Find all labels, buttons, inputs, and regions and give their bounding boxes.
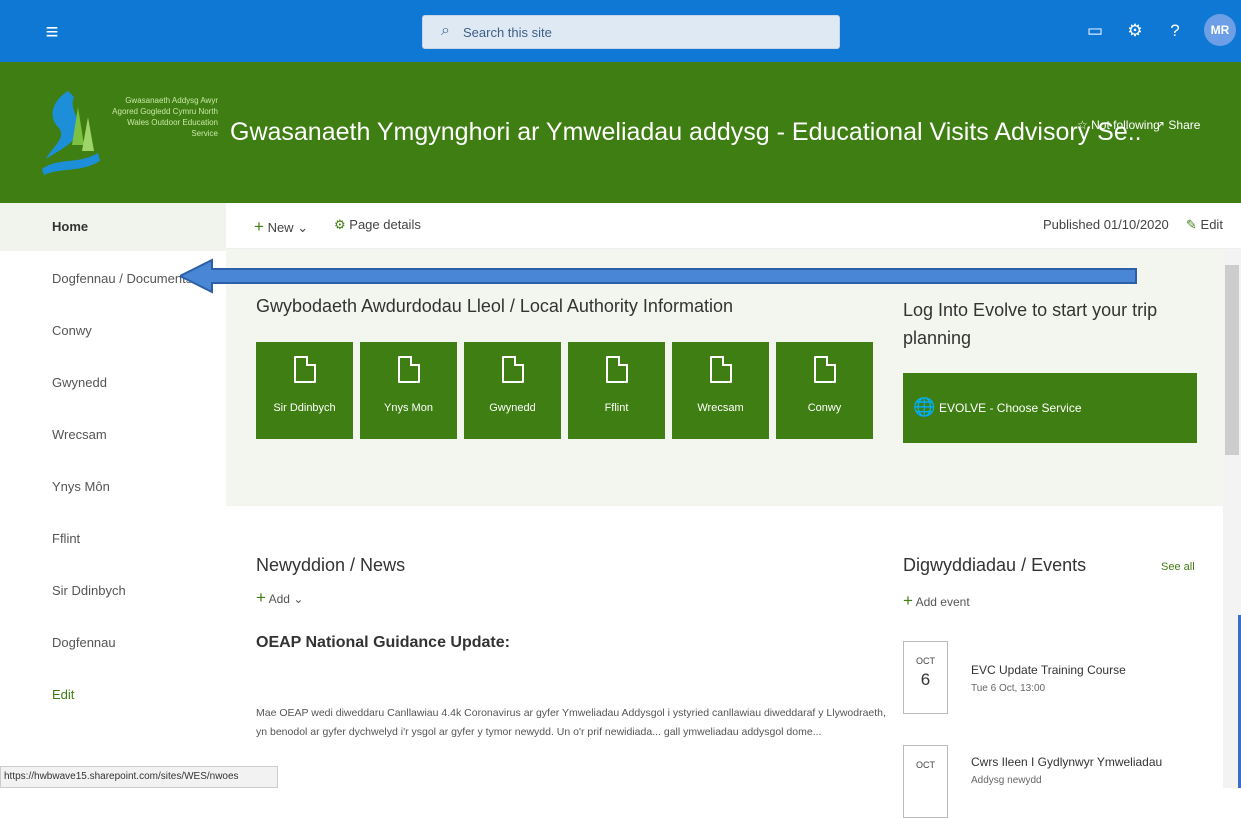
tile-wrecsam[interactable]: Wrecsam [672,342,769,439]
site-title[interactable]: Gwasanaeth Ymgynghori ar Ymweliadau addy… [230,118,1142,147]
suite-bar: ≡ ⌕ Search this site ▭ ⚙ ? MR [0,0,1241,62]
settings-icon[interactable]: ⚙ [1122,16,1148,46]
add-news-label: Add [268,592,290,606]
events-heading: Digwyddiadau / Events [903,555,1087,575]
new-button[interactable]: + New ⌄ [254,217,308,237]
nav-item-ynys-mon[interactable]: Ynys Môn [0,463,226,511]
tile-label: Wrecsam [697,402,744,414]
share-label: Share [1168,118,1201,132]
gear-icon: ⚙ [334,217,346,232]
logo-graphic [42,91,100,175]
edit-page-label: Edit [1200,217,1223,232]
nav-item-sir-ddinbych[interactable]: Sir Ddinbych [0,567,226,615]
nav-item-wrecsam[interactable]: Wrecsam [0,411,226,459]
file-icon [606,356,628,383]
add-event-label: Add event [915,595,970,609]
search-box[interactable]: ⌕ Search this site [422,15,840,49]
event-title: EVC Update Training Course [971,663,1126,677]
event-time: Tue 6 Oct, 13:00 [971,683,1046,694]
chevron-down-icon: ⌄ [297,220,309,235]
file-icon [502,356,524,383]
event-month: OCT [916,760,935,770]
logo-text: Gwasanaeth Addysg Awyr Agored Gogledd Cy… [112,96,218,138]
tile-gwynedd[interactable]: Gwynedd [464,342,561,439]
nav-edit-link[interactable]: Edit [0,671,226,719]
nav-item-fflint[interactable]: Fflint [0,515,226,563]
tile-label: Gwynedd [489,402,536,414]
tile-sir-ddinbych[interactable]: Sir Ddinbych [256,342,353,439]
help-icon[interactable]: ? [1162,16,1188,46]
tile-label: Fflint [604,402,629,414]
tile-label: Sir Ddinbych [273,402,336,414]
event-date: OCT 6 [903,641,948,714]
tile-label: Ynys Mon [384,402,433,414]
main-content: Gwybodaeth Awdurdodau Lleol / Local Auth… [226,249,1223,818]
follow-button[interactable]: ☆ Not following [1077,118,1160,132]
scrollbar-thumb[interactable] [1225,265,1239,455]
news-article-title[interactable]: OEAP National Guidance Update: [256,634,510,652]
evolve-label: EVOLVE - Choose Service [939,401,1082,415]
nav-item-gwynedd[interactable]: Gwynedd [0,359,226,407]
plus-icon: + [254,217,264,236]
command-bar: + New ⌄ ⚙ Page details Published 01/10/2… [226,203,1241,249]
avatar[interactable]: MR [1204,14,1236,46]
share-icon: ↗ [1155,118,1166,132]
pencil-icon: ✎ [1186,217,1197,232]
tile-ynys-mon[interactable]: Ynys Mon [360,342,457,439]
published-status: Published 01/10/2020 [1043,217,1169,232]
event-day: 6 [920,670,931,689]
chat-icon[interactable]: ▭ [1082,16,1108,46]
news-heading: Newyddion / News [256,555,406,575]
star-icon: ☆ [1077,118,1088,132]
add-event-button[interactable]: + Add event [903,591,970,611]
event-date: OCT [903,745,948,818]
see-all-link[interactable]: See all [1161,561,1195,573]
page-details-button[interactable]: ⚙ Page details [334,217,421,233]
plus-icon: + [903,591,913,610]
tile-label: Conwy [807,402,842,414]
plus-icon: + [256,588,266,607]
page-details-label: Page details [349,217,421,232]
evolve-button[interactable]: 🌐 EVOLVE - Choose Service [903,373,1197,443]
annotation-arrow [180,258,1137,294]
tile-fflint[interactable]: Fflint [568,342,665,439]
news-article-body: Mae OEAP wedi diweddaru Canllawiau 4.4k … [256,707,886,738]
globe-icon: 🌐 [913,397,936,417]
file-icon [814,356,836,383]
event-time: Addysg newydd [971,775,1042,786]
edit-page-button[interactable]: ✎ Edit [1186,217,1223,233]
nav-item-home[interactable]: Home [0,203,226,251]
file-icon [710,356,732,383]
new-label: New [267,220,294,235]
site-header: Gwasanaeth Addysg Awyr Agored Gogledd Cy… [0,62,1241,203]
chevron-down-icon: ⌄ [293,592,304,606]
evolve-heading: Log Into Evolve to start your trip plann… [903,300,1158,348]
file-icon [294,356,316,383]
event-month: OCT [916,656,935,666]
follow-label: Not following [1091,118,1160,132]
search-placeholder: Search this site [463,25,552,40]
tile-conwy[interactable]: Conwy [776,342,873,439]
search-icon: ⌕ [441,22,450,39]
waffle-icon[interactable]: ≡ [38,18,66,46]
nav-item-conwy[interactable]: Conwy [0,307,226,355]
site-logo[interactable]: Gwasanaeth Addysg Awyr Agored Gogledd Cy… [38,87,218,177]
event-title: Cwrs Ileen I Gydlynwyr Ymweliadau [971,755,1163,769]
share-button[interactable]: ↗ Share [1155,118,1200,132]
local-authority-heading: Gwybodaeth Awdurdodau Lleol / Local Auth… [256,296,733,316]
status-url: https://hwbwave15.sharepoint.com/sites/W… [0,766,278,788]
file-icon [398,356,420,383]
add-news-button[interactable]: + Add ⌄ [256,588,303,608]
nav-item-dogfennau[interactable]: Dogfennau [0,619,226,667]
